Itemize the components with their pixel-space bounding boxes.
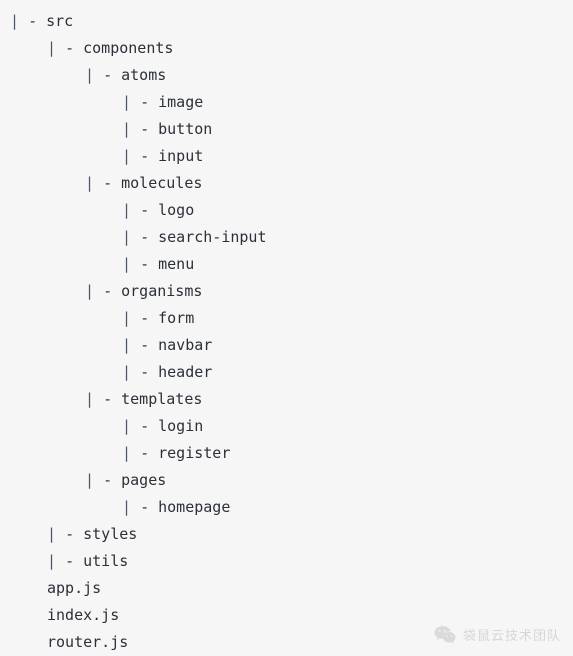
tree-dash-glyph: - xyxy=(140,255,150,273)
tree-node-label: login xyxy=(158,417,204,435)
tree-node-label: atoms xyxy=(121,66,167,84)
tree-dash-glyph: - xyxy=(28,12,38,30)
tree-pipe-glyph: | xyxy=(122,201,132,219)
tree-node-label: templates xyxy=(121,390,203,408)
tree-node: | - image xyxy=(0,89,573,116)
tree-node-label: navbar xyxy=(158,336,213,354)
tree-dash-glyph: - xyxy=(103,174,113,192)
tree-node: | - molecules xyxy=(0,170,573,197)
tree-file: router.js xyxy=(0,629,573,656)
tree-pipe-glyph: | xyxy=(10,12,20,30)
tree-dash-glyph: - xyxy=(140,417,150,435)
tree-dash-glyph: - xyxy=(140,120,150,138)
tree-node-label: molecules xyxy=(121,174,203,192)
tree-dash-glyph: - xyxy=(140,363,150,381)
tree-node: | - search-input xyxy=(0,224,573,251)
tree-file-label: router.js xyxy=(47,633,129,651)
tree-node-label: styles xyxy=(83,525,138,543)
tree-node-label: search-input xyxy=(158,228,267,246)
tree-dash-glyph: - xyxy=(140,444,150,462)
tree-node-label: homepage xyxy=(158,498,231,516)
tree-pipe-glyph: | xyxy=(85,390,95,408)
tree-dash-glyph: - xyxy=(140,147,150,165)
tree-node-label: utils xyxy=(83,552,129,570)
tree-pipe-glyph: | xyxy=(122,255,132,273)
tree-node-label: organisms xyxy=(121,282,203,300)
tree-node-label: pages xyxy=(121,471,167,489)
tree-node-label: image xyxy=(158,93,204,111)
tree-node: | - form xyxy=(0,305,573,332)
tree-pipe-glyph: | xyxy=(122,336,132,354)
tree-pipe-glyph: | xyxy=(122,147,132,165)
tree-node: | - input xyxy=(0,143,573,170)
tree-node-label: form xyxy=(158,309,195,327)
tree-dash-glyph: - xyxy=(140,201,150,219)
tree-dash-glyph: - xyxy=(140,336,150,354)
tree-node: | - atoms xyxy=(0,62,573,89)
tree-file: app.js xyxy=(0,575,573,602)
tree-dash-glyph: - xyxy=(140,498,150,516)
tree-pipe-glyph: | xyxy=(85,282,95,300)
tree-node-label: input xyxy=(158,147,204,165)
tree-file: index.js xyxy=(0,602,573,629)
tree-pipe-glyph: | xyxy=(85,66,95,84)
tree-dash-glyph: - xyxy=(140,309,150,327)
tree-dash-glyph: - xyxy=(103,390,113,408)
tree-dash-glyph: - xyxy=(140,228,150,246)
directory-tree: | - src | - components | - atoms | - image |… xyxy=(0,0,573,656)
tree-node: | - pages xyxy=(0,467,573,494)
tree-dash-glyph: - xyxy=(103,66,113,84)
tree-node-label: register xyxy=(158,444,231,462)
tree-pipe-glyph: | xyxy=(122,93,132,111)
tree-node-label: components xyxy=(83,39,174,57)
tree-dash-glyph: - xyxy=(140,93,150,111)
tree-node-label: logo xyxy=(158,201,195,219)
tree-pipe-glyph: | xyxy=(122,444,132,462)
tree-node: | - register xyxy=(0,440,573,467)
tree-dash-glyph: - xyxy=(103,471,113,489)
tree-node: | - header xyxy=(0,359,573,386)
tree-file-label: index.js xyxy=(47,606,120,624)
tree-node: | - templates xyxy=(0,386,573,413)
tree-pipe-glyph: | xyxy=(122,498,132,516)
tree-file-label: app.js xyxy=(47,579,102,597)
tree-node: | - logo xyxy=(0,197,573,224)
tree-pipe-glyph: | xyxy=(122,309,132,327)
tree-node: | - menu xyxy=(0,251,573,278)
tree-pipe-glyph: | xyxy=(47,39,57,57)
tree-node: | - homepage xyxy=(0,494,573,521)
tree-node: | - login xyxy=(0,413,573,440)
tree-node-label: header xyxy=(158,363,213,381)
tree-node-label: button xyxy=(158,120,213,138)
tree-dash-glyph: - xyxy=(65,39,75,57)
tree-node: | - components xyxy=(0,35,573,62)
tree-pipe-glyph: | xyxy=(85,471,95,489)
tree-pipe-glyph: | xyxy=(122,417,132,435)
tree-pipe-glyph: | xyxy=(47,552,57,570)
tree-node-label: src xyxy=(46,12,74,30)
tree-pipe-glyph: | xyxy=(122,120,132,138)
tree-node: | - src xyxy=(0,8,573,35)
tree-node: | - navbar xyxy=(0,332,573,359)
tree-pipe-glyph: | xyxy=(122,228,132,246)
tree-dash-glyph: - xyxy=(65,525,75,543)
tree-node: | - button xyxy=(0,116,573,143)
tree-pipe-glyph: | xyxy=(47,525,57,543)
tree-pipe-glyph: | xyxy=(85,174,95,192)
tree-dash-glyph: - xyxy=(65,552,75,570)
tree-pipe-glyph: | xyxy=(122,363,132,381)
tree-node-label: menu xyxy=(158,255,195,273)
tree-node: | - styles xyxy=(0,521,573,548)
tree-node: | - utils xyxy=(0,548,573,575)
tree-node: | - organisms xyxy=(0,278,573,305)
tree-dash-glyph: - xyxy=(103,282,113,300)
